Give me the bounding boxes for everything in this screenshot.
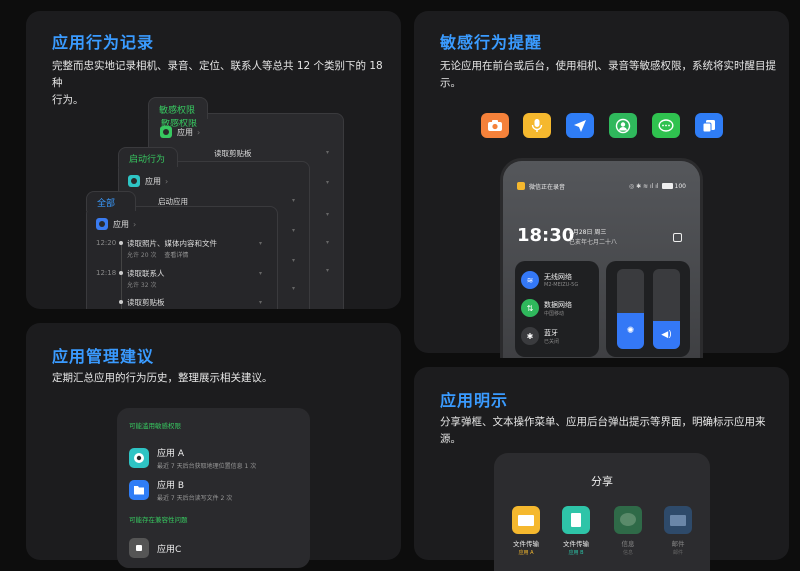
card-title: 应用明示 <box>440 391 509 410</box>
share-target[interactable]: 文件传输 应用 A <box>504 506 548 556</box>
chevron-right-icon: › <box>165 176 169 186</box>
share-target[interactable]: 邮件 邮件 <box>656 506 700 556</box>
timeline-line <box>121 241 122 309</box>
chevron-down-icon[interactable]: ▾ <box>259 299 262 306</box>
message-icon <box>614 506 642 534</box>
phone-screen: 微信正在录音 ◎ ✱ ≋ ıl ıl 100 18:30 8月28日 周三 己亥… <box>503 161 700 358</box>
sensitive-tab-label: 敏感权限 <box>159 106 196 116</box>
app-icon <box>160 126 172 138</box>
app-c-icon <box>129 538 149 558</box>
microphone-icon <box>523 113 551 138</box>
mobile-data-icon: ⇅ <box>521 299 539 317</box>
message-icon <box>652 113 680 138</box>
bluetooth-icon: ✱ <box>521 327 539 345</box>
mail-icon <box>664 506 692 534</box>
chevron-down-icon[interactable]: ▾ <box>259 240 262 247</box>
phone-mockup: 微信正在录音 ◎ ✱ ≋ ıl ıl 100 18:30 8月28日 周三 己亥… <box>500 158 703 358</box>
all-tab-top: 全部 <box>86 191 136 211</box>
list-item[interactable]: 应用 A 最近 7 天后台获取地理位置信息 1 次 <box>129 446 256 470</box>
volume-slider[interactable]: ◀) <box>653 269 680 349</box>
list-item[interactable]: 应用C <box>129 538 181 558</box>
status-text: 微信正在录音 <box>529 183 566 191</box>
event-time: 12:20 <box>96 239 117 247</box>
brightness-slider[interactable]: ✺ <box>617 269 644 349</box>
sensitive-event: 读取剪贴板 <box>214 149 252 158</box>
share-target[interactable]: 文件传输 应用 B <box>554 506 598 556</box>
share-title: 分享 <box>591 475 613 488</box>
chevron-down-icon[interactable]: ▾ <box>326 267 329 274</box>
settings-icon[interactable] <box>673 233 682 242</box>
share-target[interactable]: 信息 信息 <box>606 506 650 556</box>
file-transfer-icon <box>562 506 590 534</box>
chevron-down-icon[interactable]: ▾ <box>292 257 295 264</box>
chevron-right-icon: › <box>197 127 201 137</box>
event-name: 读取联系人 <box>127 269 165 278</box>
startup-tab-label: 启动行为 <box>129 155 166 165</box>
chevron-down-icon[interactable]: ▾ <box>326 179 329 186</box>
timeline-dot <box>119 271 123 275</box>
brightness-fill: ✺ <box>617 313 644 349</box>
status-bar: 微信正在录音 ◎ ✱ ≋ ıl ıl 100 <box>517 181 686 191</box>
chevron-down-icon[interactable]: ▾ <box>259 270 262 277</box>
app-icon <box>128 175 140 187</box>
chevron-right-icon: › <box>133 219 137 229</box>
battery-icon <box>661 183 673 189</box>
chevron-down-icon[interactable]: ▾ <box>326 239 329 246</box>
sensitive-tab-top: 敏感权限 <box>148 97 208 119</box>
startup-app-row[interactable]: 应用 › <box>128 175 168 187</box>
card-description: 分享弹框、文本操作菜单、应用后台弹出提示等界面，明确标示应用来源。 <box>440 416 766 445</box>
event-sub: 允许 32 次 <box>127 282 157 289</box>
folder-icon <box>512 506 540 534</box>
view-details-link[interactable]: 查看详情 <box>164 252 188 259</box>
event-sub: 允许 20 次 查看详情 <box>127 252 189 259</box>
list-item[interactable]: 应用 B 最近 7 天后台读写文件 2 次 <box>129 478 232 502</box>
brightness-icon: ✺ <box>626 326 635 336</box>
card-title: 应用管理建议 <box>52 347 155 366</box>
status-icons: ◎ ✱ ≋ ıl ıl <box>628 182 659 190</box>
timeline-dot <box>119 241 123 245</box>
volume-icon: ◀) <box>661 330 672 340</box>
management-panel: 可能滥用敏感权限 应用 A 最近 7 天后台获取地理位置信息 1 次 应用 B … <box>117 408 310 568</box>
contacts-icon <box>609 113 637 138</box>
chevron-down-icon[interactable]: ▾ <box>292 285 295 292</box>
bluetooth-toggle[interactable]: ✱ 蓝牙 已关闭 <box>521 327 559 345</box>
card-app-behavior-records: 应用行为记录 完整而忠实地记录相机、录音、定位、联系人等总共 12 个类别下的 … <box>26 11 401 309</box>
event-time: 12:18 <box>96 269 117 277</box>
chevron-down-icon[interactable]: ▾ <box>326 149 329 156</box>
card-title: 应用行为记录 <box>52 33 155 52</box>
camera-icon <box>481 113 509 138</box>
clipboard-icon <box>695 113 723 138</box>
mobile-data-toggle[interactable]: ⇅ 数据网络 中国移动 <box>521 299 572 317</box>
chevron-down-icon[interactable]: ▾ <box>292 197 295 204</box>
section-label: 可能滥用敏感权限 <box>129 422 181 430</box>
battery-level: 100 <box>674 182 686 190</box>
share-sheet: 分享 文件传输 应用 A 文件传输 应用 B 信息 信息 邮件 邮件 <box>494 453 710 571</box>
app-a-icon <box>129 448 149 468</box>
event-name: 读取剪贴板 <box>127 298 165 307</box>
card-title: 敏感行为提醒 <box>440 33 543 52</box>
clock-date: 8月28日 周三 <box>569 229 607 236</box>
section-label: 可能存在兼容性问题 <box>129 516 188 524</box>
location-icon <box>566 113 594 138</box>
card-description: 无论应用在前台或后台，使用相机、录音等敏感权限，系统将实时醒目提 示。 <box>440 60 776 89</box>
card-description: 定期汇总应用的行为历史，整理展示相关建议。 <box>52 372 273 384</box>
chevron-down-icon[interactable]: ▾ <box>292 227 295 234</box>
wifi-toggle[interactable]: ≋ 无线网络 M2-MEIZU-5G <box>521 271 578 289</box>
recording-indicator-icon <box>517 182 525 190</box>
sensitive-app-row[interactable]: 应用 › <box>160 126 200 138</box>
card-description: 完整而忠实地记录相机、录音、定位、联系人等总共 12 个类别下的 18 种 行为… <box>52 60 383 106</box>
chevron-down-icon[interactable]: ▾ <box>326 211 329 218</box>
app-b-icon <box>129 480 149 500</box>
volume-fill: ◀) <box>653 321 680 349</box>
startup-tab-top: 启动行为 <box>118 147 178 167</box>
all-app-row[interactable]: 应用 › <box>96 218 136 230</box>
app-icon <box>96 218 108 230</box>
clock-lunar: 己亥年七月二十八 <box>569 239 618 246</box>
timeline-dot <box>119 300 123 304</box>
event-name: 读取照片、媒体内容和文件 <box>127 239 217 248</box>
clock-time: 18:30 <box>517 225 575 246</box>
wifi-icon: ≋ <box>521 271 539 289</box>
all-tab-label: 全部 <box>97 199 116 209</box>
